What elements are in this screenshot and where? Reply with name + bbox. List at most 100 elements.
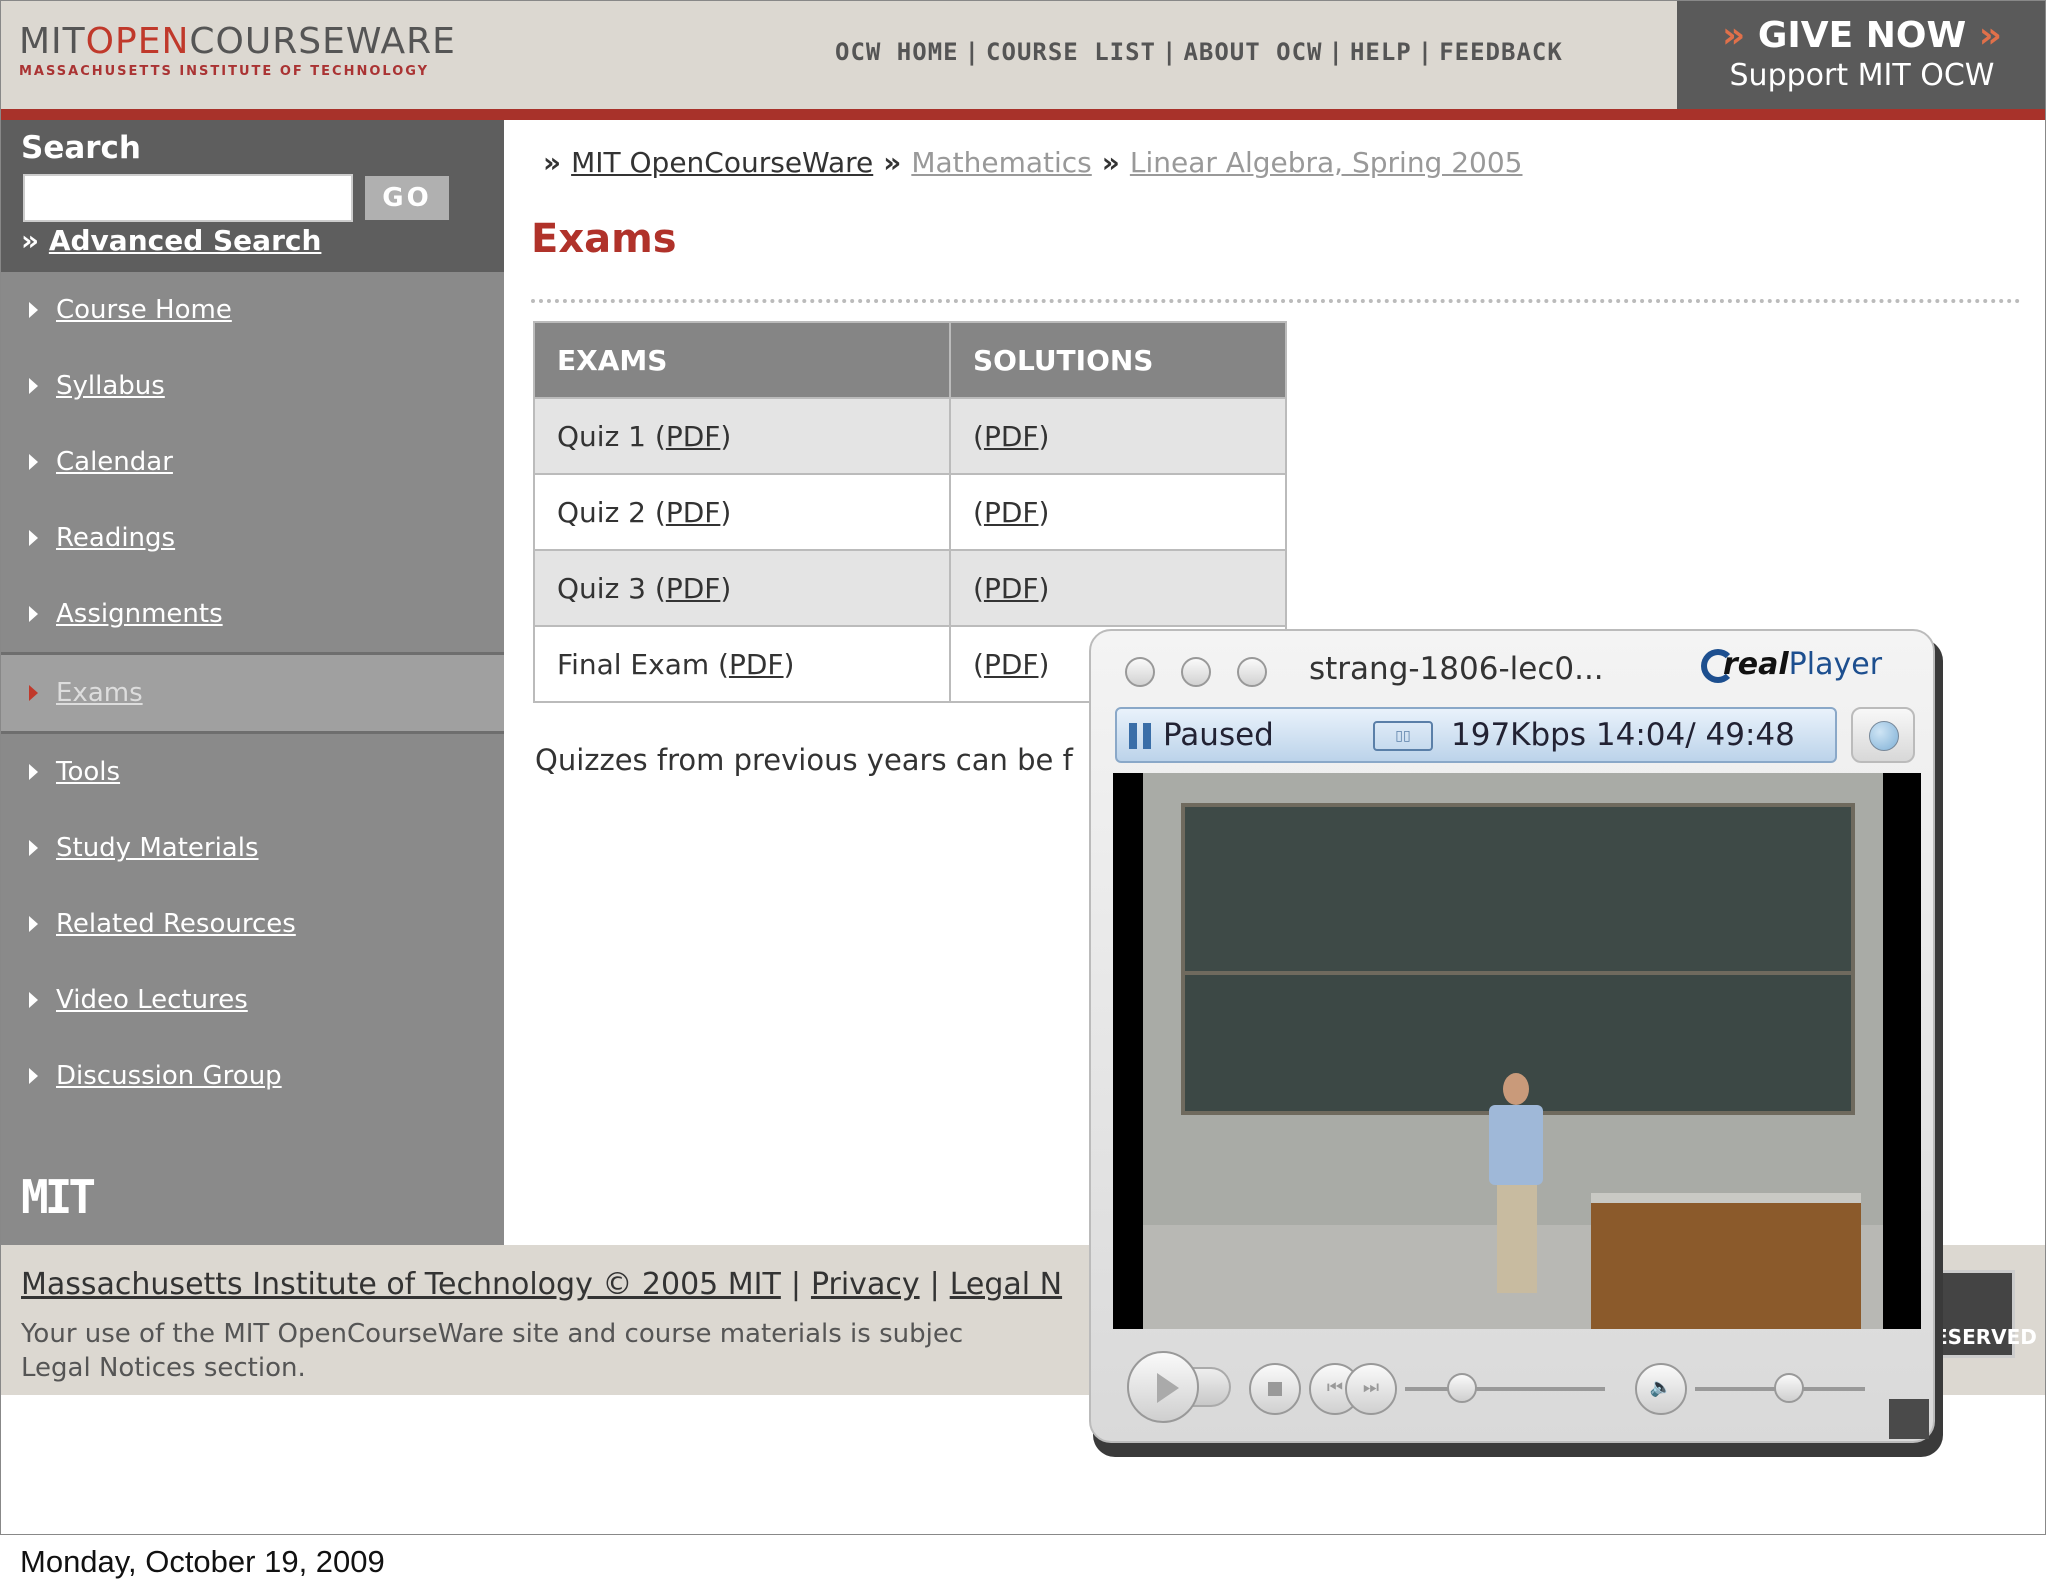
exam-pdf-link[interactable]: PDF	[666, 420, 721, 453]
nav-ocw-home[interactable]: OCW HOME	[835, 38, 959, 66]
realplayer-logo: realPlayer	[1701, 647, 1921, 693]
search-input[interactable]	[23, 174, 353, 222]
exam-pdf-link[interactable]: PDF	[666, 496, 721, 529]
privacy-link[interactable]: Privacy	[811, 1267, 920, 1302]
exam-cell: Quiz 3 (PDF)	[533, 549, 951, 627]
sidebar-item-label[interactable]: Tools	[56, 757, 120, 787]
exam-cell: Final Exam (PDF)	[533, 625, 951, 703]
nav-separator: |	[964, 38, 981, 66]
exam-pdf-link[interactable]: PDF	[666, 572, 721, 605]
stop-button[interactable]	[1249, 1363, 1301, 1415]
sidebar-item-assignments[interactable]: Assignments	[1, 576, 504, 652]
clip-icon[interactable]: ▯▯	[1373, 721, 1433, 751]
breadcrumb-item[interactable]: Linear Algebra, Spring 2005	[1130, 146, 1523, 179]
triangle-right-icon	[29, 606, 38, 622]
time-readout: 14:04/ 49:48	[1595, 717, 1795, 753]
sidebar-item-syllabus[interactable]: Syllabus	[1, 348, 504, 424]
nav-about-ocw[interactable]: ABOUT OCW	[1183, 38, 1322, 66]
sidebar-item-label[interactable]: Calendar	[56, 447, 173, 477]
nav-feedback[interactable]: FEEDBACK	[1439, 38, 1563, 66]
resize-handle[interactable]	[1889, 1399, 1929, 1439]
header-divider	[1, 109, 2045, 120]
mit-logo[interactable]: MIT	[21, 1170, 96, 1224]
top-nav: OCW HOME | COURSE LIST | ABOUT OCW | HELP | FEED…	[835, 38, 1563, 66]
triangle-right-icon	[29, 530, 38, 546]
sidebar-item-study-materials[interactable]: Study Materials	[1, 810, 504, 886]
table-row: Quiz 2 (PDF) (PDF)	[533, 473, 1287, 551]
sidebar-item-discussion-group[interactable]: Discussion Group	[1, 1038, 504, 1114]
nav-separator: |	[1417, 38, 1434, 66]
license-badge[interactable]: ESERVED	[1931, 1270, 2037, 1358]
sidebar-item-tools[interactable]: Tools	[1, 734, 504, 810]
position-slider-knob[interactable]	[1447, 1373, 1478, 1403]
solution-pdf-link[interactable]: PDF	[984, 420, 1039, 453]
zoom-window-button[interactable]	[1237, 657, 1267, 687]
triangle-right-icon	[29, 840, 38, 856]
slide-date-caption: Monday, October 19, 2009	[20, 1544, 385, 1579]
solution-pdf-link[interactable]: PDF	[984, 496, 1039, 529]
nav-course-list[interactable]: COURSE LIST	[986, 38, 1156, 66]
logo-wordmark: MITOPENCOURSEWARE	[19, 21, 456, 62]
nav-separator: |	[1328, 38, 1344, 66]
exam-pdf-link[interactable]: PDF	[729, 648, 784, 681]
copyright-link[interactable]: Massachusetts Institute of Technology © …	[21, 1267, 781, 1302]
legal-link[interactable]: Legal N	[950, 1267, 1062, 1302]
advanced-search: » Advanced Search	[21, 224, 321, 257]
sidebar-item-label[interactable]: Exams	[56, 678, 143, 708]
minimize-window-button[interactable]	[1181, 657, 1211, 687]
video-frame[interactable]	[1113, 773, 1921, 1329]
position-slider[interactable]	[1405, 1387, 1605, 1391]
mute-button[interactable]: 🔈	[1635, 1363, 1687, 1415]
triangle-right-icon	[29, 454, 38, 470]
triangle-right-icon	[29, 764, 38, 780]
globe-button[interactable]	[1851, 707, 1915, 763]
realplayer-window[interactable]: strang-1806-lec0... realPlayer Paused ▯▯…	[1089, 629, 1943, 1457]
column-header: EXAMS	[533, 321, 951, 399]
sidebar-item-calendar[interactable]: Calendar	[1, 424, 504, 500]
sidebar-item-label[interactable]: Study Materials	[56, 833, 259, 863]
ocw-logo[interactable]: MITOPENCOURSEWARE MASSACHUSETTS INSTITUT…	[19, 21, 456, 79]
sidebar-item-label[interactable]: Readings	[56, 523, 175, 553]
column-header: SOLUTIONS	[949, 321, 1287, 399]
solution-pdf-link[interactable]: PDF	[984, 572, 1039, 605]
player-body: strang-1806-lec0... realPlayer Paused ▯▯…	[1089, 629, 1935, 1443]
give-now-button[interactable]: » GIVE NOW » Support MIT OCW	[1677, 1, 2045, 109]
exam-cell: Quiz 1 (PDF)	[533, 397, 951, 475]
speaker-icon: 🔈	[1649, 1377, 1673, 1398]
divider	[531, 299, 2021, 303]
sidebar-item-label[interactable]: Course Home	[56, 295, 232, 325]
search-go-button[interactable]: GO	[365, 176, 449, 220]
sidebar-item-related-resources[interactable]: Related Resources	[1, 886, 504, 962]
breadcrumb-separator: »	[883, 146, 902, 179]
play-button[interactable]	[1127, 1351, 1199, 1423]
logo-mit: MIT	[19, 21, 86, 62]
footer-separator: |	[790, 1267, 801, 1302]
sidebar-item-video-lectures[interactable]: Video Lectures	[1, 962, 504, 1038]
player-controls: ⏮ ⏭ 🔈	[1113, 1337, 1921, 1427]
sidebar-item-exams[interactable]: Exams	[1, 652, 504, 734]
breadcrumb-item[interactable]: MIT OpenCourseWare	[571, 146, 873, 179]
nav-help[interactable]: HELP	[1350, 38, 1412, 66]
sidebar-item-label[interactable]: Discussion Group	[56, 1061, 282, 1091]
breadcrumb-item[interactable]: Mathematics	[911, 146, 1091, 179]
triangle-right-icon	[29, 992, 38, 1008]
sidebar-item-label[interactable]: Related Resources	[56, 909, 296, 939]
video-desk	[1591, 1193, 1861, 1329]
breadcrumb-separator: »	[543, 146, 562, 179]
sidebar-item-readings[interactable]: Readings	[1, 500, 504, 576]
previous-quizzes-note: Quizzes from previous years can be f	[535, 743, 1073, 777]
course-nav: Course Home Syllabus Calendar Readings A…	[1, 272, 504, 1114]
logo-subtitle: MASSACHUSETTS INSTITUTE OF TECHNOLOGY	[19, 64, 430, 79]
close-window-button[interactable]	[1125, 657, 1155, 687]
footer-terms: Your use of the MIT OpenCourseWare site …	[21, 1317, 963, 1385]
sidebar-item-label[interactable]: Syllabus	[56, 371, 165, 401]
solution-pdf-link[interactable]: PDF	[984, 648, 1039, 681]
volume-slider-knob[interactable]	[1773, 1373, 1804, 1403]
sidebar-item-label[interactable]: Assignments	[56, 599, 223, 629]
sidebar-item-label[interactable]: Video Lectures	[56, 985, 248, 1015]
table-row: Quiz 3 (PDF) (PDF)	[533, 549, 1287, 627]
sidebar-item-course-home[interactable]: Course Home	[1, 272, 504, 348]
advanced-search-link[interactable]: Advanced Search	[49, 224, 322, 257]
next-button[interactable]: ⏭	[1345, 1363, 1397, 1415]
player-title: strang-1806-lec0...	[1309, 651, 1604, 687]
